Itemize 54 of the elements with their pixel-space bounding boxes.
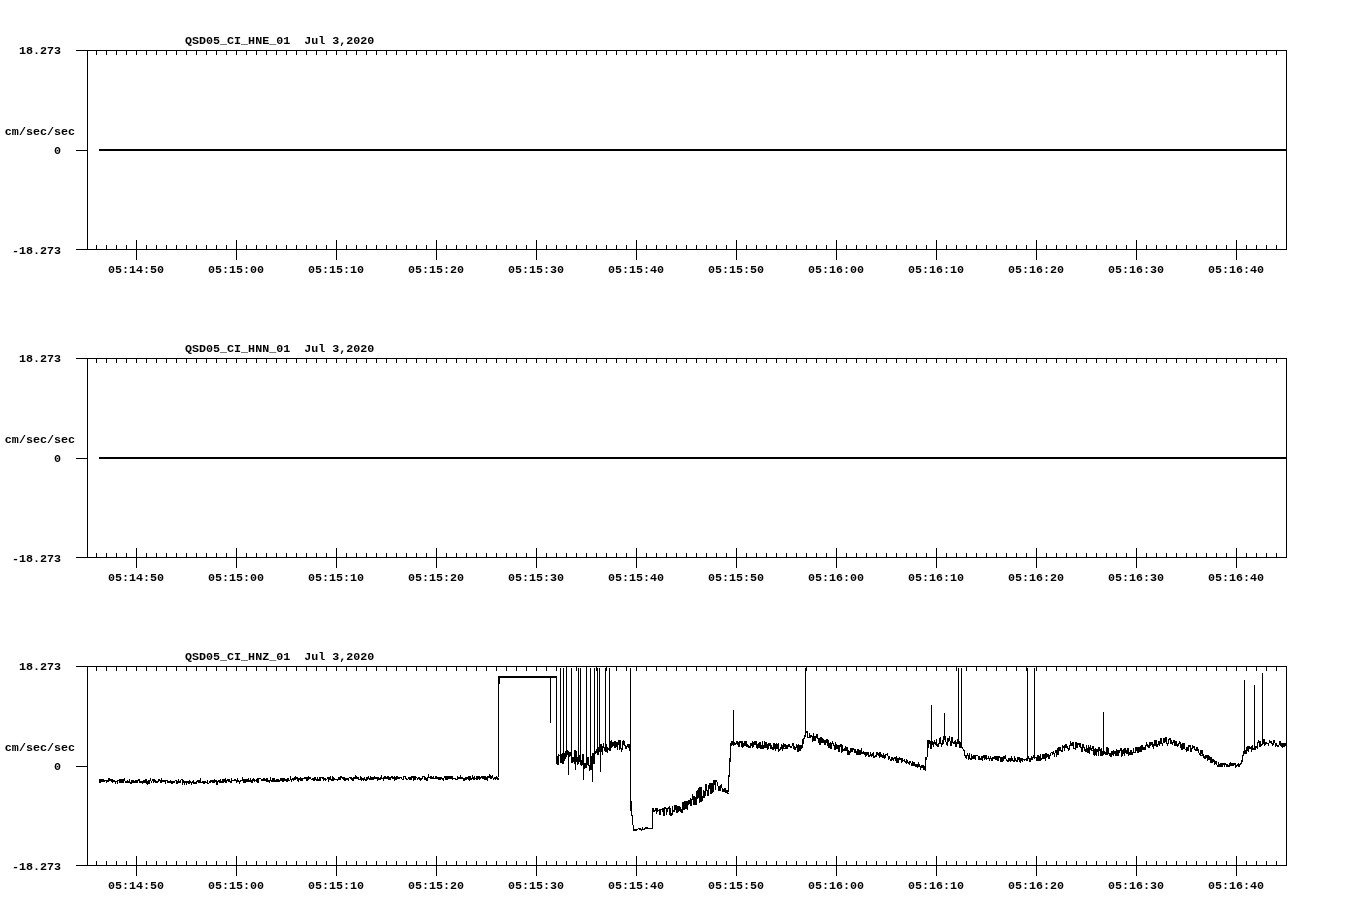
time-label: 05:16:00	[806, 878, 866, 894]
time-label: 05:15:10	[306, 262, 366, 278]
axis-zero-label: 0	[53, 452, 62, 466]
time-label: 05:15:50	[706, 570, 766, 586]
date-label: Jul 3,2020	[304, 342, 375, 356]
time-label: 05:16:30	[1106, 878, 1166, 894]
time-label: 05:15:20	[406, 878, 466, 894]
time-label: 05:15:50	[706, 262, 766, 278]
time-label: 05:15:20	[406, 570, 466, 586]
date-label: Jul 3,2020	[304, 34, 375, 48]
time-label: 05:16:10	[906, 262, 966, 278]
time-label: 05:16:30	[1106, 262, 1166, 278]
time-label: 05:16:20	[1006, 570, 1066, 586]
time-label: 05:14:50	[106, 262, 166, 278]
axis-max-label: 18.273	[17, 660, 62, 674]
time-label: 05:14:50	[106, 878, 166, 894]
axis-min-label: -18.273	[10, 552, 62, 566]
time-label: 05:15:30	[506, 570, 566, 586]
unit-label: cm/sec/sec	[3, 433, 75, 447]
time-label: 05:16:30	[1106, 570, 1166, 586]
time-label: 05:15:00	[206, 570, 266, 586]
time-label: 05:15:10	[306, 878, 366, 894]
time-label: 05:16:00	[806, 570, 866, 586]
time-label: 05:16:00	[806, 262, 866, 278]
time-label: 05:15:00	[206, 262, 266, 278]
time-label: 05:15:00	[206, 878, 266, 894]
time-label: 05:15:40	[606, 570, 666, 586]
axis-max-label: 18.273	[17, 44, 62, 58]
time-label: 05:14:50	[106, 570, 166, 586]
time-label: 05:16:10	[906, 878, 966, 894]
channel-name: QSD05_CI_HNZ_01	[185, 650, 291, 664]
time-label: 05:16:40	[1206, 262, 1266, 278]
time-label: 05:16:40	[1206, 570, 1266, 586]
axis-min-label: -18.273	[10, 244, 62, 258]
unit-label: cm/sec/sec	[3, 125, 75, 139]
time-label: 05:15:50	[706, 878, 766, 894]
date-label: Jul 3,2020	[304, 650, 375, 664]
time-label: 05:15:10	[306, 570, 366, 586]
time-label: 05:15:30	[506, 262, 566, 278]
axis-min-label: -18.273	[10, 860, 62, 874]
time-label: 05:15:40	[606, 878, 666, 894]
time-label: 05:15:20	[406, 262, 466, 278]
time-label: 05:15:30	[506, 878, 566, 894]
time-label: 05:15:40	[606, 262, 666, 278]
axis-zero-label: 0	[53, 144, 62, 158]
time-label: 05:16:20	[1006, 878, 1066, 894]
axis-zero-label: 0	[53, 760, 62, 774]
unit-label: cm/sec/sec	[3, 741, 75, 755]
time-label: 05:16:20	[1006, 262, 1066, 278]
channel-name: QSD05_CI_HNN_01	[185, 342, 291, 356]
time-label: 05:16:40	[1206, 878, 1266, 894]
time-label: 05:16:10	[906, 570, 966, 586]
axis-max-label: 18.273	[17, 352, 62, 366]
channel-name: QSD05_CI_HNE_01	[185, 34, 291, 48]
